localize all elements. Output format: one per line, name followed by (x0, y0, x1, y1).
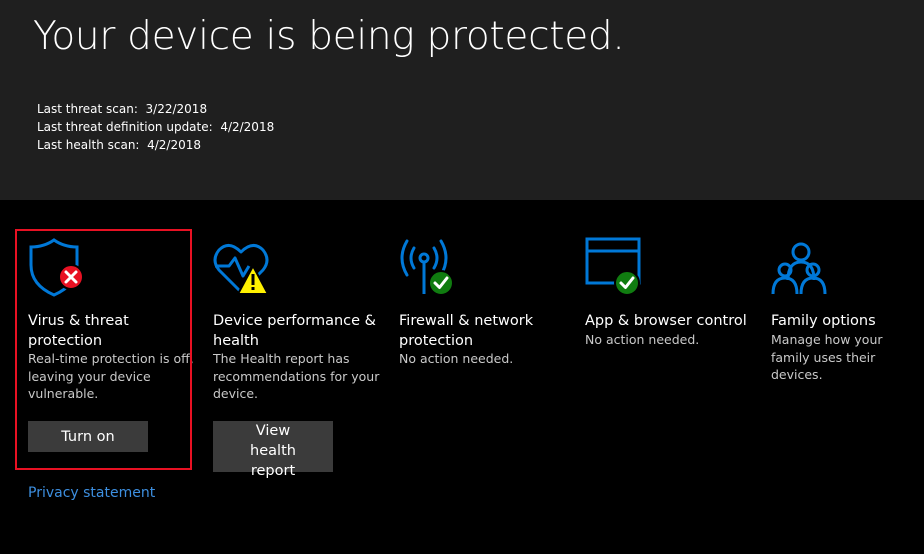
scan-value: 4/2/2018 (147, 138, 202, 152)
scan-label: Last health scan: (37, 138, 140, 152)
family-icon (771, 236, 831, 296)
scan-row-health: Last health scan: 4/2/2018 (37, 136, 274, 154)
tile-title: Firewall & network protection (399, 313, 534, 349)
browser-ok-icon (585, 236, 645, 296)
privacy-statement-link[interactable]: Privacy statement (28, 485, 155, 501)
scan-value: 3/22/2018 (145, 102, 208, 116)
scan-row-definition: Last threat definition update: 4/2/2018 (37, 118, 274, 136)
scan-label: Last threat definition update: (37, 120, 213, 134)
tile-description: No action needed. (585, 332, 700, 347)
scan-value: 4/2/2018 (220, 120, 275, 134)
shield-error-icon (28, 236, 88, 297)
scan-label: Last threat scan: (37, 102, 138, 116)
tile-description: Real-time protection is off, leaving you… (28, 351, 194, 401)
tile-title: Family options (771, 313, 876, 329)
tile-description: No action needed. (399, 351, 514, 366)
scan-row-threat: Last threat scan: 3/22/2018 (37, 100, 274, 118)
tile-title: Virus & threat protection (28, 313, 129, 349)
scan-info: Last threat scan: 3/22/2018 Last threat … (37, 100, 274, 154)
tile-title: Device performance & health (213, 313, 376, 349)
tile-description: The Health report has recommendations fo… (213, 351, 380, 401)
tile-title: App & browser control (585, 313, 747, 329)
tile-description: Manage how your family uses their device… (771, 332, 883, 382)
view-health-report-button[interactable]: View health report (213, 421, 333, 479)
heart-warning-icon (213, 236, 273, 296)
antenna-ok-icon (399, 236, 459, 296)
turn-on-button[interactable]: Turn on (28, 421, 148, 452)
page-title: Your device is being protected. (33, 14, 625, 59)
header: Your device is being protected. Last thr… (0, 0, 924, 200)
